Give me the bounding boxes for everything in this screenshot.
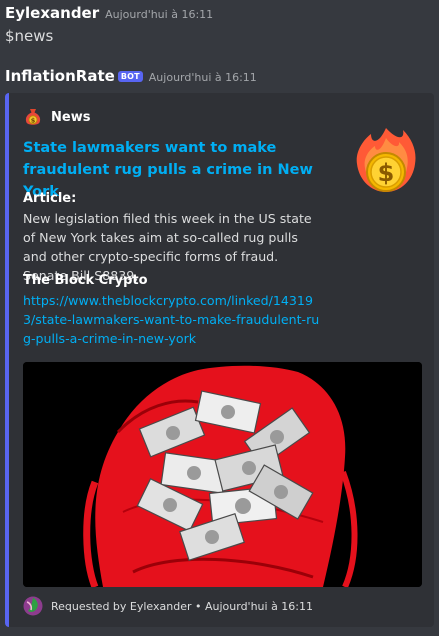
- message-content: $news: [5, 27, 54, 45]
- source-url-link[interactable]: https://www.theblockcrypto.com/linked/14…: [23, 291, 323, 348]
- embed-author: $ News: [23, 107, 90, 127]
- embed-author-name: News: [51, 109, 91, 125]
- user-avatar-icon[interactable]: [23, 596, 43, 616]
- news-embed: $ News State lawmakers want to make frau…: [5, 93, 434, 627]
- source-label: The Block Crypto: [23, 273, 148, 288]
- flaming-dollar-coin-icon: $: [356, 128, 416, 192]
- svg-text:$: $: [31, 116, 36, 124]
- money-bag-icon: $: [25, 109, 41, 125]
- embed-footer-text: Requested by Eylexander • Aujourd'hui à …: [51, 599, 314, 613]
- message-author[interactable]: InflationRate: [5, 67, 115, 85]
- bot-badge: BOT: [117, 71, 143, 82]
- red-bag-of-cash-image: [23, 362, 422, 587]
- embed-image[interactable]: [23, 362, 422, 587]
- message-eylexander: Eylexander Aujourd'hui à 16:11 $news: [5, 3, 439, 45]
- embed-footer: Requested by Eylexander • Aujourd'hui à …: [23, 596, 313, 616]
- article-label: Article:: [23, 191, 77, 206]
- svg-text:$: $: [378, 159, 395, 187]
- message-author[interactable]: Eylexander: [5, 4, 99, 22]
- message-timestamp: Aujourd'hui à 16:11: [148, 71, 257, 84]
- message-inflationrate: InflationRate BOT Aujourd'hui à 16:11: [5, 66, 439, 85]
- message-timestamp: Aujourd'hui à 16:11: [105, 8, 214, 21]
